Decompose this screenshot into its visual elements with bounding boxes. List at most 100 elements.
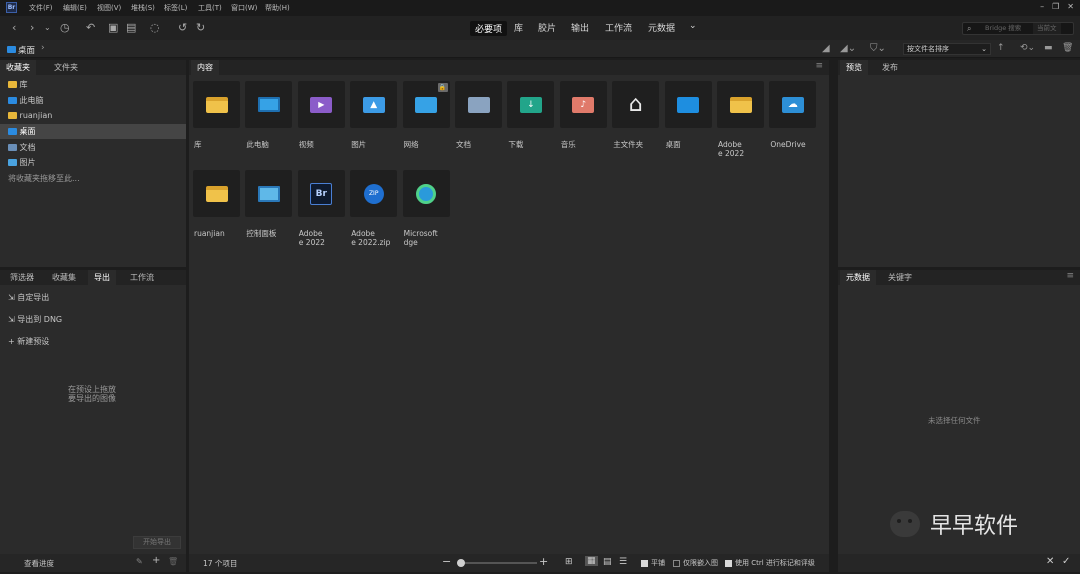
start-export-button[interactable]: 开始导出: [133, 536, 181, 549]
menu-file[interactable]: 文件(F): [29, 3, 53, 13]
favorite-item-ruanjian[interactable]: ruanjian: [8, 111, 52, 120]
tab-filter[interactable]: 筛选器: [4, 270, 40, 285]
content-thumbnail[interactable]: ↓: [507, 81, 555, 128]
delete-icon[interactable]: 🗑: [1062, 43, 1073, 53]
content-thumbnail[interactable]: ▲: [350, 81, 398, 128]
recent-files-icon[interactable]: ⟲⌄: [1020, 43, 1035, 53]
boomerang-icon[interactable]: ↶: [86, 21, 95, 35]
tab-export[interactable]: 导出: [88, 270, 116, 285]
content-thumbnail[interactable]: 🔒: [402, 81, 450, 128]
content-thumbnail[interactable]: [245, 81, 293, 128]
tab-preview[interactable]: 预览: [840, 60, 868, 75]
quality-icon[interactable]: ◢: [822, 43, 830, 54]
content-thumbnail[interactable]: ZIP: [350, 170, 398, 217]
cancel-icon[interactable]: ✕: [1046, 556, 1054, 567]
chevron-down-icon[interactable]: ⌄: [44, 21, 51, 35]
favorite-item-library[interactable]: 库: [8, 79, 28, 90]
tab-publish[interactable]: 发布: [876, 60, 904, 75]
option-tile[interactable]: 平铺: [641, 558, 665, 568]
content-item-label[interactable]: OneDrive: [770, 140, 820, 149]
rotate-left-icon[interactable]: ↺: [178, 21, 187, 35]
content-thumbnail[interactable]: Br: [297, 170, 345, 217]
export-item-custom[interactable]: ⇲ 自定导出: [8, 292, 49, 303]
sort-select[interactable]: 按文件名排序 ⌄: [903, 43, 991, 55]
content-item-label[interactable]: 此电脑: [246, 140, 296, 149]
forward-icon[interactable]: ›: [30, 21, 34, 35]
list-view-icon[interactable]: ☰: [619, 557, 627, 567]
edit-icon[interactable]: ✎: [136, 557, 143, 566]
content-item-label[interactable]: ruanjian: [194, 229, 244, 238]
menu-tools[interactable]: 工具(T): [198, 3, 222, 13]
apply-icon[interactable]: ✓: [1062, 556, 1070, 567]
menu-label[interactable]: 标签(L): [164, 3, 187, 13]
content-item-label[interactable]: 网络: [404, 140, 454, 149]
workspace-more-icon[interactable]: ⌄: [689, 21, 697, 31]
tab-keywords[interactable]: 关键字: [882, 270, 918, 285]
workspace-library[interactable]: 库: [514, 21, 523, 34]
tab-folders[interactable]: 文件夹: [48, 60, 84, 75]
favorite-item-documents[interactable]: 文档: [8, 142, 36, 153]
zoom-slider-knob[interactable]: [457, 559, 465, 567]
menu-window[interactable]: 窗口(W): [231, 3, 257, 13]
content-item-label[interactable]: 库: [194, 140, 244, 149]
workspace-essentials[interactable]: 必要项: [470, 21, 508, 36]
zoom-out-icon[interactable]: −: [442, 555, 451, 568]
new-folder-icon[interactable]: ▬: [1044, 43, 1053, 53]
tab-collections[interactable]: 收藏集: [46, 270, 82, 285]
zoom-slider-track[interactable]: [457, 562, 537, 564]
content-item-label[interactable]: 控制面板: [246, 229, 296, 238]
trash-icon[interactable]: 🗑: [168, 557, 178, 566]
export-item-dng[interactable]: ⇲ 导出到 DNG: [8, 314, 62, 325]
zoom-in-icon[interactable]: +: [539, 555, 548, 568]
content-thumbnail[interactable]: [245, 170, 293, 217]
sort-direction-icon[interactable]: ↑: [997, 43, 1005, 53]
favorite-item-desktop[interactable]: 桌面: [8, 126, 36, 137]
details-view-icon[interactable]: ▤: [603, 557, 612, 567]
filter-icon[interactable]: ⛉⌄: [870, 43, 886, 54]
content-thumbnail[interactable]: [455, 81, 502, 128]
content-item-label[interactable]: 音乐: [561, 140, 611, 149]
content-item-label[interactable]: 图片: [351, 140, 401, 149]
content-thumbnail[interactable]: [664, 81, 712, 128]
workspace-output[interactable]: 输出: [571, 21, 589, 34]
menu-edit[interactable]: 编辑(E): [63, 3, 87, 13]
tab-metadata[interactable]: 元数据: [840, 270, 876, 285]
search-input[interactable]: ⌕ Bridge 搜索 当前文: [962, 22, 1074, 35]
content-item-label[interactable]: 下载: [508, 140, 558, 149]
content-thumbnail[interactable]: ▶: [297, 81, 345, 128]
workspace-filmstrip[interactable]: 胶片: [538, 21, 556, 34]
tab-workflow[interactable]: 工作流: [124, 270, 160, 285]
search-scope[interactable]: 当前文: [1033, 23, 1061, 34]
add-icon[interactable]: +: [152, 555, 160, 566]
minimize-icon[interactable]: –: [1040, 2, 1044, 11]
content-item-label[interactable]: 桌面: [666, 140, 716, 149]
panel-menu-icon[interactable]: ≡: [815, 61, 823, 71]
menu-stack[interactable]: 堆栈(S): [131, 3, 155, 13]
content-item-label[interactable]: Adobe e 2022: [299, 229, 349, 247]
rating-filter-icon[interactable]: ◢⌄: [840, 43, 856, 54]
refine-icon[interactable]: ▤: [126, 21, 136, 35]
close-icon[interactable]: ✕: [1067, 2, 1074, 11]
tab-content[interactable]: 内容: [191, 60, 219, 75]
content-thumbnail[interactable]: [717, 81, 764, 128]
content-item-label[interactable]: 主文件夹: [613, 140, 663, 149]
content-item-label[interactable]: 视频: [299, 140, 349, 149]
thumbnail-view-icon[interactable]: ▦: [585, 556, 598, 566]
recent-icon[interactable]: ◷: [60, 21, 70, 35]
export-item-new-preset[interactable]: + 新建预设: [8, 336, 49, 347]
option-embedded[interactable]: 仅限嵌入图: [673, 558, 718, 568]
back-icon[interactable]: ‹: [12, 21, 16, 35]
content-thumbnail[interactable]: ♪: [559, 81, 607, 128]
restore-icon[interactable]: ❐: [1052, 2, 1059, 11]
content-thumbnail[interactable]: ☁: [769, 81, 817, 128]
menu-view[interactable]: 视图(V): [97, 3, 121, 13]
favorite-item-pictures[interactable]: 图片: [8, 157, 36, 168]
open-recent-icon[interactable]: ◌: [150, 21, 160, 35]
view-progress-label[interactable]: 查看进度: [24, 558, 54, 569]
content-item-label[interactable]: Adobe e 2022.zip: [351, 229, 401, 247]
content-item-label[interactable]: Adobe e 2022: [718, 140, 768, 158]
tab-favorites[interactable]: 收藏夹: [0, 60, 36, 75]
workspace-metadata[interactable]: 元数据: [648, 21, 675, 34]
camera-icon[interactable]: ▣: [108, 21, 118, 35]
content-item-label[interactable]: Microsoft dge: [404, 229, 454, 247]
